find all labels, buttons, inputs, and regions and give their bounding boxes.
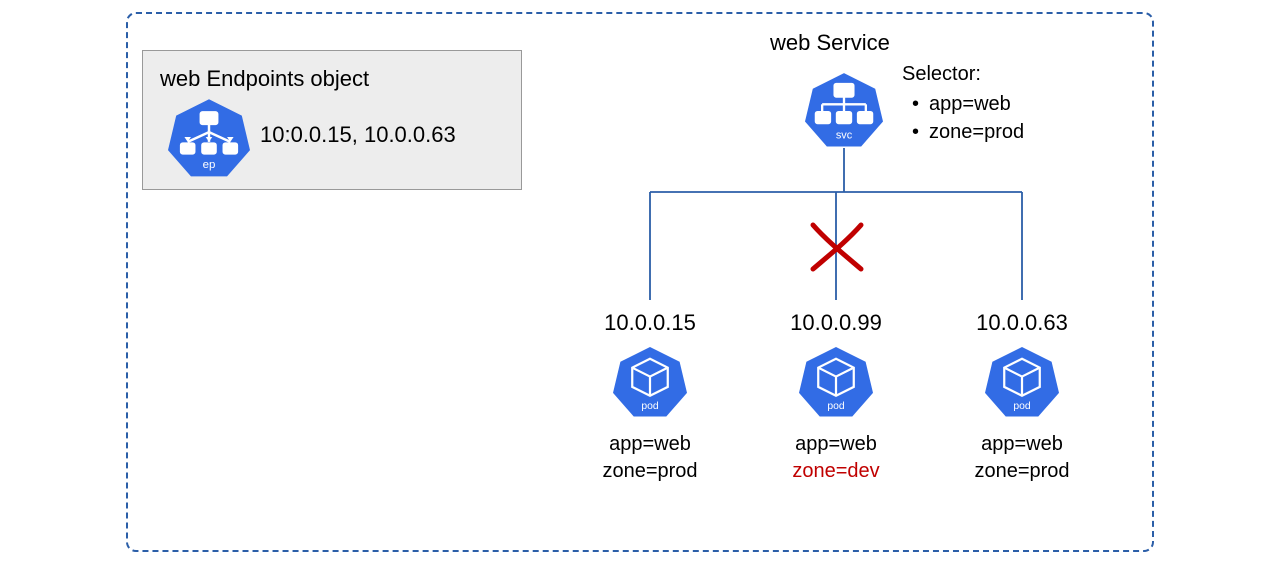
endpoints-heptagon-icon: ep bbox=[168, 96, 250, 183]
endpoints-title: web Endpoints object bbox=[160, 66, 369, 92]
pod-ip: 10.0.0.15 bbox=[570, 310, 730, 336]
selector-item: app=web bbox=[912, 90, 1024, 118]
pod-3: 10.0.0.63 pod app=web zone=prod bbox=[942, 310, 1102, 485]
svg-text:pod: pod bbox=[641, 401, 659, 412]
svg-text:pod: pod bbox=[827, 401, 845, 412]
selector-block: Selector: app=web zone=prod bbox=[902, 60, 1024, 146]
svg-text:pod: pod bbox=[1013, 401, 1031, 412]
pod-heptagon-icon: pod bbox=[613, 344, 687, 423]
service-title: web Service bbox=[770, 30, 890, 56]
selector-header: Selector: bbox=[902, 60, 1024, 88]
pod-label-app: app=web bbox=[756, 431, 916, 458]
pod-2: 10.0.0.99 pod app=web zone=dev bbox=[756, 310, 916, 485]
pod-1: 10.0.0.15 pod app=web zone=prod bbox=[570, 310, 730, 485]
pod-ip: 10.0.0.63 bbox=[942, 310, 1102, 336]
pod-heptagon-icon: pod bbox=[799, 344, 873, 423]
ep-icon-label: ep bbox=[203, 159, 216, 171]
selector-list: app=web zone=prod bbox=[902, 90, 1024, 146]
pod-labels: app=web zone=prod bbox=[942, 431, 1102, 485]
service-heptagon-icon: svc bbox=[805, 70, 883, 153]
pod-label-zone: zone=prod bbox=[942, 458, 1102, 485]
pod-heptagon-icon: pod bbox=[985, 344, 1059, 423]
svc-icon-label: svc bbox=[836, 130, 853, 142]
pod-label-zone: zone=dev bbox=[756, 458, 916, 485]
endpoints-ips: 10:0.0.15, 10.0.0.63 bbox=[260, 122, 456, 148]
pod-label-app: app=web bbox=[942, 431, 1102, 458]
selector-item: zone=prod bbox=[912, 118, 1024, 146]
pod-labels: app=web zone=dev bbox=[756, 431, 916, 485]
pod-ip: 10.0.0.99 bbox=[756, 310, 916, 336]
pod-label-app: app=web bbox=[570, 431, 730, 458]
pod-labels: app=web zone=prod bbox=[570, 431, 730, 485]
pod-label-zone: zone=prod bbox=[570, 458, 730, 485]
